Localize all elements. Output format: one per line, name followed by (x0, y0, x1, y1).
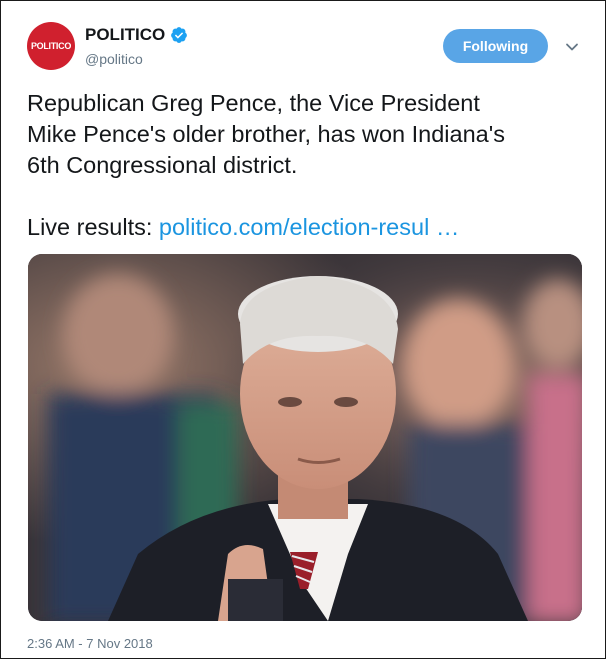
chevron-down-icon[interactable] (564, 39, 580, 55)
tweet-photo[interactable] (28, 254, 582, 621)
account-name-row[interactable]: POLITICO (85, 25, 188, 45)
display-name[interactable]: POLITICO (85, 25, 165, 45)
avatar-logo-text: POLITICO (30, 41, 72, 51)
account-handle[interactable]: @politico (85, 51, 143, 67)
tweet-line: 6th Congressional district. (27, 152, 298, 178)
tweet-line: Republican Greg Pence, the Vice Presiden… (27, 90, 480, 116)
tweet-card: POLITICO POLITICO @politico Following Re… (0, 0, 606, 659)
tweet-line: Mike Pence's older brother, has won Indi… (27, 121, 505, 147)
avatar[interactable]: POLITICO (27, 22, 75, 70)
following-button[interactable]: Following (443, 29, 548, 63)
timestamp[interactable]: 2:36 AM - 7 Nov 2018 (27, 636, 153, 651)
verified-badge-icon (171, 27, 188, 43)
tweet-text: Republican Greg Pence, the Vice Presiden… (27, 88, 587, 243)
photo-image (28, 254, 582, 621)
live-results-line: Live results: politico.com/election-resu… (27, 212, 587, 243)
live-results-label: Live results: (27, 214, 153, 240)
results-link[interactable]: politico.com/election-resul … (159, 214, 459, 240)
